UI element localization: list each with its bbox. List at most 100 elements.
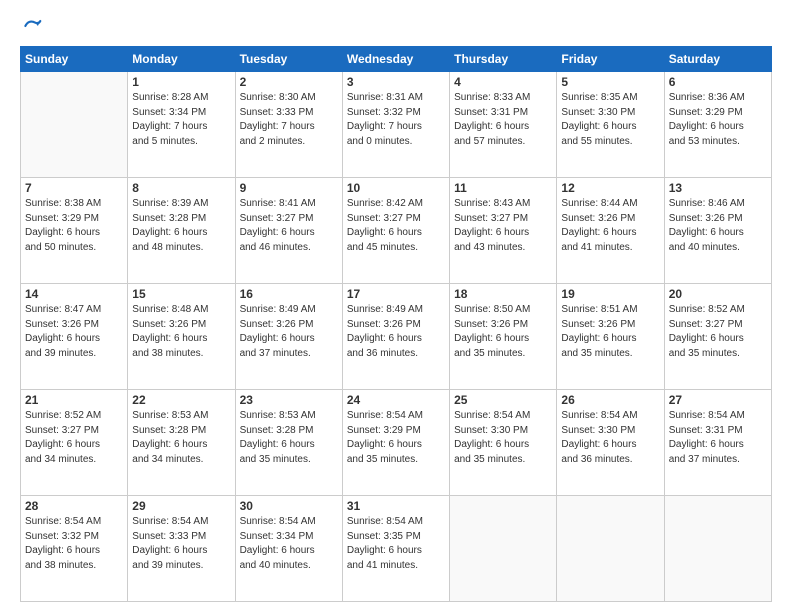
day-number: 20: [669, 287, 767, 301]
calendar-cell: 25Sunrise: 8:54 AM Sunset: 3:30 PM Dayli…: [450, 390, 557, 496]
day-info: Sunrise: 8:38 AM Sunset: 3:29 PM Dayligh…: [25, 197, 123, 255]
day-number: 11: [454, 181, 552, 195]
day-info: Sunrise: 8:54 AM Sunset: 3:34 PM Dayligh…: [240, 515, 338, 573]
day-info: Sunrise: 8:28 AM Sunset: 3:34 PM Dayligh…: [132, 91, 230, 149]
calendar-cell: 5Sunrise: 8:35 AM Sunset: 3:30 PM Daylig…: [557, 72, 664, 178]
day-info: Sunrise: 8:53 AM Sunset: 3:28 PM Dayligh…: [132, 409, 230, 467]
day-number: 17: [347, 287, 445, 301]
day-info: Sunrise: 8:43 AM Sunset: 3:27 PM Dayligh…: [454, 197, 552, 255]
weekday-header: Friday: [557, 47, 664, 72]
day-info: Sunrise: 8:48 AM Sunset: 3:26 PM Dayligh…: [132, 303, 230, 361]
day-info: Sunrise: 8:54 AM Sunset: 3:32 PM Dayligh…: [25, 515, 123, 573]
calendar-cell: 3Sunrise: 8:31 AM Sunset: 3:32 PM Daylig…: [342, 72, 449, 178]
day-number: 4: [454, 75, 552, 89]
day-number: 19: [561, 287, 659, 301]
calendar-week-row: 1 Sunrise: 8:28 AM Sunset: 3:34 PM Daylig…: [21, 72, 772, 178]
day-info: Sunrise: 8:49 AM Sunset: 3:26 PM Dayligh…: [240, 303, 338, 361]
day-number: 16: [240, 287, 338, 301]
day-info: Sunrise: 8:52 AM Sunset: 3:27 PM Dayligh…: [25, 409, 123, 467]
day-info: Sunrise: 8:44 AM Sunset: 3:26 PM Dayligh…: [561, 197, 659, 255]
calendar-cell: [664, 496, 771, 602]
logo-icon: [22, 16, 42, 36]
calendar-cell: 10 Sunrise: 8:42 AM Sunset: 3:27 PM Dayli…: [342, 178, 449, 284]
day-number: 15: [132, 287, 230, 301]
calendar-cell: [21, 72, 128, 178]
day-info: Sunrise: 8:33 AM Sunset: 3:31 PM Dayligh…: [454, 91, 552, 149]
calendar-cell: 23Sunrise: 8:53 AM Sunset: 3:28 PM Dayli…: [235, 390, 342, 496]
calendar-cell: 6Sunrise: 8:36 AM Sunset: 3:29 PM Daylig…: [664, 72, 771, 178]
day-info: Sunrise: 8:54 AM Sunset: 3:29 PM Dayligh…: [347, 409, 445, 467]
calendar-cell: 30 Sunrise: 8:54 AM Sunset: 3:34 PM Dayli…: [235, 496, 342, 602]
weekday-header: Thursday: [450, 47, 557, 72]
calendar-cell: 22 Sunrise: 8:53 AM Sunset: 3:28 PM Dayli…: [128, 390, 235, 496]
day-number: 26: [561, 393, 659, 407]
calendar-week-row: 14 Sunrise: 8:47 AM Sunset: 3:26 PM Dayli…: [21, 284, 772, 390]
calendar-week-row: 21 Sunrise: 8:52 AM Sunset: 3:27 PM Dayli…: [21, 390, 772, 496]
calendar-cell: 21 Sunrise: 8:52 AM Sunset: 3:27 PM Dayli…: [21, 390, 128, 496]
day-number: 10: [347, 181, 445, 195]
day-number: 7: [25, 181, 123, 195]
calendar-cell: 1 Sunrise: 8:28 AM Sunset: 3:34 PM Daylig…: [128, 72, 235, 178]
day-info: Sunrise: 8:50 AM Sunset: 3:26 PM Dayligh…: [454, 303, 552, 361]
calendar-cell: 13 Sunrise: 8:46 AM Sunset: 3:26 PM Dayli…: [664, 178, 771, 284]
calendar-cell: 15 Sunrise: 8:48 AM Sunset: 3:26 PM Dayli…: [128, 284, 235, 390]
calendar-cell: 31 Sunrise: 8:54 AM Sunset: 3:35 PM Dayli…: [342, 496, 449, 602]
calendar-cell: 19 Sunrise: 8:51 AM Sunset: 3:26 PM Dayli…: [557, 284, 664, 390]
weekday-header: Saturday: [664, 47, 771, 72]
day-number: 18: [454, 287, 552, 301]
day-number: 24: [347, 393, 445, 407]
day-number: 31: [347, 499, 445, 513]
weekday-header: Wednesday: [342, 47, 449, 72]
day-info: Sunrise: 8:41 AM Sunset: 3:27 PM Dayligh…: [240, 197, 338, 255]
calendar-cell: 17 Sunrise: 8:49 AM Sunset: 3:26 PM Dayli…: [342, 284, 449, 390]
calendar-cell: 16 Sunrise: 8:49 AM Sunset: 3:26 PM Dayli…: [235, 284, 342, 390]
calendar-cell: [450, 496, 557, 602]
day-info: Sunrise: 8:42 AM Sunset: 3:27 PM Dayligh…: [347, 197, 445, 255]
calendar-week-row: 7 Sunrise: 8:38 AM Sunset: 3:29 PM Daylig…: [21, 178, 772, 284]
day-info: Sunrise: 8:51 AM Sunset: 3:26 PM Dayligh…: [561, 303, 659, 361]
day-info: Sunrise: 8:54 AM Sunset: 3:33 PM Dayligh…: [132, 515, 230, 573]
day-info: Sunrise: 8:46 AM Sunset: 3:26 PM Dayligh…: [669, 197, 767, 255]
day-number: 30: [240, 499, 338, 513]
day-number: 22: [132, 393, 230, 407]
day-info: Sunrise: 8:47 AM Sunset: 3:26 PM Dayligh…: [25, 303, 123, 361]
logo: [20, 18, 42, 36]
day-info: Sunrise: 8:35 AM Sunset: 3:30 PM Dayligh…: [561, 91, 659, 149]
day-number: 21: [25, 393, 123, 407]
day-info: Sunrise: 8:31 AM Sunset: 3:32 PM Dayligh…: [347, 91, 445, 149]
day-info: Sunrise: 8:54 AM Sunset: 3:30 PM Dayligh…: [454, 409, 552, 467]
day-info: Sunrise: 8:54 AM Sunset: 3:30 PM Dayligh…: [561, 409, 659, 467]
day-info: Sunrise: 8:52 AM Sunset: 3:27 PM Dayligh…: [669, 303, 767, 361]
day-number: 28: [25, 499, 123, 513]
calendar-cell: 7 Sunrise: 8:38 AM Sunset: 3:29 PM Daylig…: [21, 178, 128, 284]
calendar-cell: 9 Sunrise: 8:41 AM Sunset: 3:27 PM Daylig…: [235, 178, 342, 284]
day-number: 13: [669, 181, 767, 195]
day-info: Sunrise: 8:39 AM Sunset: 3:28 PM Dayligh…: [132, 197, 230, 255]
day-number: 9: [240, 181, 338, 195]
day-info: Sunrise: 8:30 AM Sunset: 3:33 PM Dayligh…: [240, 91, 338, 149]
day-number: 8: [132, 181, 230, 195]
calendar-cell: 27 Sunrise: 8:54 AM Sunset: 3:31 PM Dayli…: [664, 390, 771, 496]
calendar-cell: 2 Sunrise: 8:30 AM Sunset: 3:33 PM Daylig…: [235, 72, 342, 178]
calendar-cell: 29 Sunrise: 8:54 AM Sunset: 3:33 PM Dayli…: [128, 496, 235, 602]
calendar-cell: 26 Sunrise: 8:54 AM Sunset: 3:30 PM Dayli…: [557, 390, 664, 496]
calendar-cell: 12Sunrise: 8:44 AM Sunset: 3:26 PM Dayli…: [557, 178, 664, 284]
weekday-header: Tuesday: [235, 47, 342, 72]
day-number: 6: [669, 75, 767, 89]
weekday-header: Sunday: [21, 47, 128, 72]
calendar-cell: 4 Sunrise: 8:33 AM Sunset: 3:31 PM Daylig…: [450, 72, 557, 178]
calendar-cell: [557, 496, 664, 602]
calendar-cell: 24 Sunrise: 8:54 AM Sunset: 3:29 PM Dayli…: [342, 390, 449, 496]
day-number: 29: [132, 499, 230, 513]
calendar-cell: 14 Sunrise: 8:47 AM Sunset: 3:26 PM Dayli…: [21, 284, 128, 390]
day-info: Sunrise: 8:54 AM Sunset: 3:35 PM Dayligh…: [347, 515, 445, 573]
day-number: 27: [669, 393, 767, 407]
day-number: 2: [240, 75, 338, 89]
day-info: Sunrise: 8:54 AM Sunset: 3:31 PM Dayligh…: [669, 409, 767, 467]
page: SundayMondayTuesdayWednesdayThursdayFrid…: [0, 0, 792, 612]
day-number: 1: [132, 75, 230, 89]
day-number: 14: [25, 287, 123, 301]
day-info: Sunrise: 8:53 AM Sunset: 3:28 PM Dayligh…: [240, 409, 338, 467]
day-info: Sunrise: 8:49 AM Sunset: 3:26 PM Dayligh…: [347, 303, 445, 361]
calendar: SundayMondayTuesdayWednesdayThursdayFrid…: [20, 46, 772, 602]
